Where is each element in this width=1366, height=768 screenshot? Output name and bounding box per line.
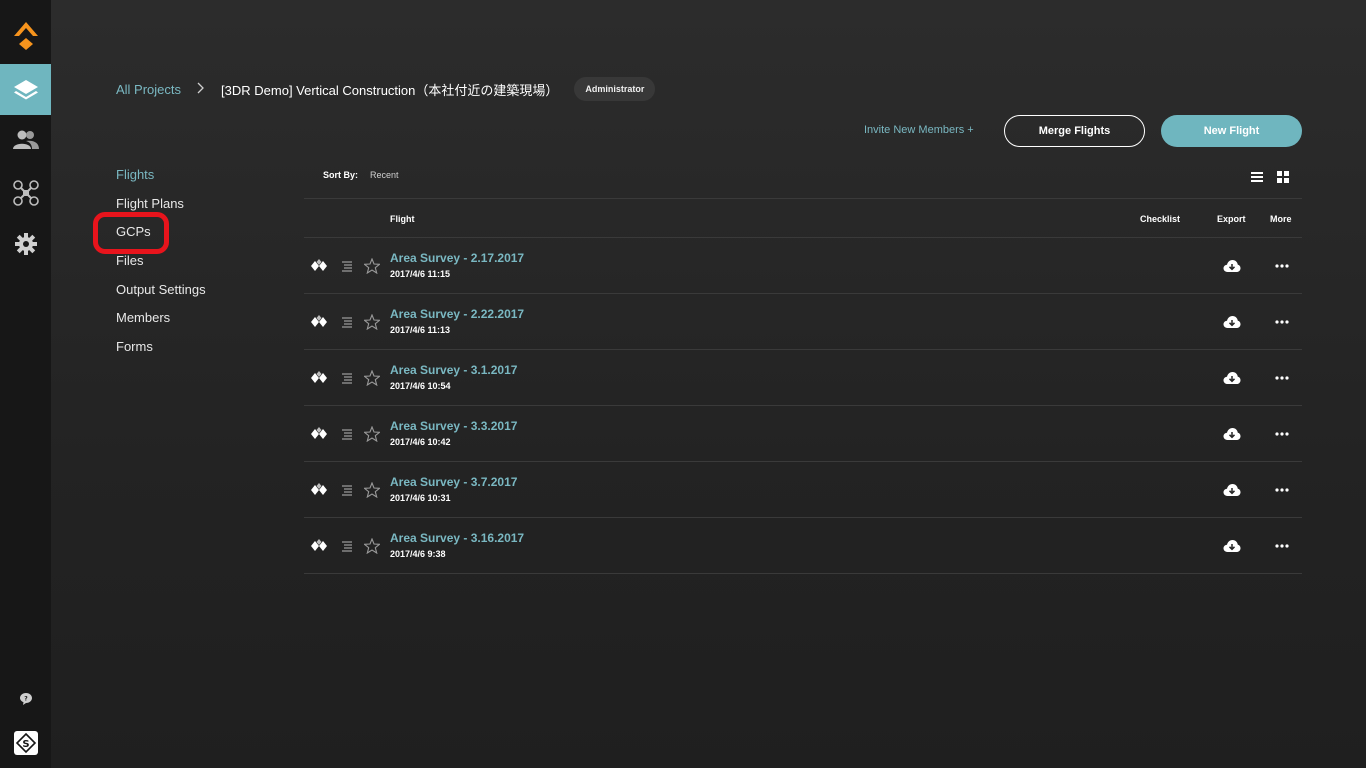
role-badge: Administrator [574,77,656,101]
table-body: Area Survey - 2.17.2017 2017/4/6 11:15 A… [304,238,1302,574]
column-header-export: Export [1217,214,1246,224]
processed-status-icon [310,257,328,275]
table-row[interactable]: Area Survey - 3.16.2017 2017/4/6 9:38 [304,518,1302,574]
flight-name-link[interactable]: Area Survey - 3.3.2017 [390,419,517,433]
favorite-star-icon[interactable] [363,313,381,331]
sort-select[interactable]: Recent [370,170,399,180]
logo-icon[interactable] [0,8,51,59]
flight-log-icon[interactable] [338,481,356,499]
flight-date: 2017/4/6 11:15 [390,269,451,279]
svg-text:?: ? [24,695,28,702]
sidenav-item-members[interactable]: Members [116,309,206,338]
column-header-more: More [1270,214,1292,224]
flight-name-link[interactable]: Area Survey - 2.17.2017 [390,251,524,265]
favorite-star-icon[interactable] [363,257,381,275]
cloud-download-icon[interactable] [1222,536,1242,556]
column-header-flight[interactable]: Flight [390,214,415,224]
flight-date: 2017/4/6 10:54 [390,381,451,391]
more-options-icon[interactable] [1272,424,1292,444]
sort-label: Sort By: [323,170,359,180]
sidenav-item-output-settings[interactable]: Output Settings [116,281,206,310]
favorite-star-icon[interactable] [363,369,381,387]
breadcrumb-separator [197,81,205,97]
site-scan-icon[interactable]: S [0,717,51,768]
processed-status-icon [310,313,328,331]
more-options-icon[interactable] [1272,368,1292,388]
breadcrumb-current-project: [3DR Demo] Vertical Construction（本社付近の建築… [221,82,559,98]
table-row[interactable]: Area Survey - 2.22.2017 2017/4/6 11:13 [304,294,1302,350]
flight-log-icon[interactable] [338,369,356,387]
flight-date: 2017/4/6 9:38 [390,549,446,559]
table-row[interactable]: Area Survey - 3.3.2017 2017/4/6 10:42 [304,406,1302,462]
flight-log-icon[interactable] [338,425,356,443]
list-view-icon[interactable] [1249,170,1265,184]
cloud-download-icon[interactable] [1222,256,1242,276]
favorite-star-icon[interactable] [363,537,381,555]
svg-text:S: S [22,739,29,750]
flight-date: 2017/4/6 10:31 [390,493,451,503]
rail-drone-icon[interactable] [0,167,51,218]
main-content: All Projects [3DR Demo] Vertical Constru… [51,0,1366,768]
grid-view-icon[interactable] [1275,170,1291,184]
more-options-icon[interactable] [1272,312,1292,332]
table-row[interactable]: Area Survey - 3.1.2017 2017/4/6 10:54 [304,350,1302,406]
cloud-download-icon[interactable] [1222,312,1242,332]
cloud-download-icon[interactable] [1222,480,1242,500]
flight-name-link[interactable]: Area Survey - 3.7.2017 [390,475,517,489]
column-header-checklist: Checklist [1140,214,1181,224]
more-options-icon[interactable] [1272,536,1292,556]
favorite-star-icon[interactable] [363,425,381,443]
processed-status-icon [310,369,328,387]
flight-log-icon[interactable] [338,537,356,555]
flight-date: 2017/4/6 11:13 [390,325,451,335]
table-header: Flight Checklist Export More [304,198,1302,238]
processed-status-icon [310,537,328,555]
flight-name-link[interactable]: Area Survey - 3.16.2017 [390,531,524,545]
sidenav-item-flight-plans[interactable]: Flight Plans [116,195,206,224]
left-rail: ? S [0,0,51,768]
breadcrumb: All Projects [3DR Demo] Vertical Constru… [116,77,656,101]
favorite-star-icon[interactable] [363,481,381,499]
flight-name-link[interactable]: Area Survey - 2.22.2017 [390,307,524,321]
sidenav-item-flights[interactable]: Flights [116,166,206,195]
flight-log-icon[interactable] [338,257,356,275]
table-row[interactable]: Area Survey - 2.17.2017 2017/4/6 11:15 [304,238,1302,294]
table-row[interactable]: Area Survey - 3.7.2017 2017/4/6 10:31 [304,462,1302,518]
processed-status-icon [310,481,328,499]
sidenav-item-gcps[interactable]: GCPs [116,223,206,252]
rail-members-icon[interactable] [0,114,51,165]
sidenav-item-files[interactable]: Files [116,252,206,281]
project-sidenav: Flights Flight Plans GCPs Files Output S… [116,166,206,367]
flight-date: 2017/4/6 10:42 [390,437,451,447]
rail-gear-icon[interactable] [0,218,51,269]
cloud-download-icon[interactable] [1222,368,1242,388]
sort-bar: Sort By: Recent [323,170,399,180]
cloud-download-icon[interactable] [1222,424,1242,444]
more-options-icon[interactable] [1272,480,1292,500]
new-flight-button[interactable]: New Flight [1161,115,1302,147]
merge-flights-button[interactable]: Merge Flights [1004,115,1145,147]
flight-name-link[interactable]: Area Survey - 3.1.2017 [390,363,517,377]
sidenav-item-forms[interactable]: Forms [116,338,206,367]
rail-projects-layers-icon[interactable] [0,64,51,115]
flights-table: Flight Checklist Export More Area Survey… [304,198,1302,574]
flight-log-icon[interactable] [338,313,356,331]
more-options-icon[interactable] [1272,256,1292,276]
invite-members-link[interactable]: Invite New Members + [864,124,974,136]
breadcrumb-all-projects[interactable]: All Projects [116,82,181,97]
processed-status-icon [310,425,328,443]
